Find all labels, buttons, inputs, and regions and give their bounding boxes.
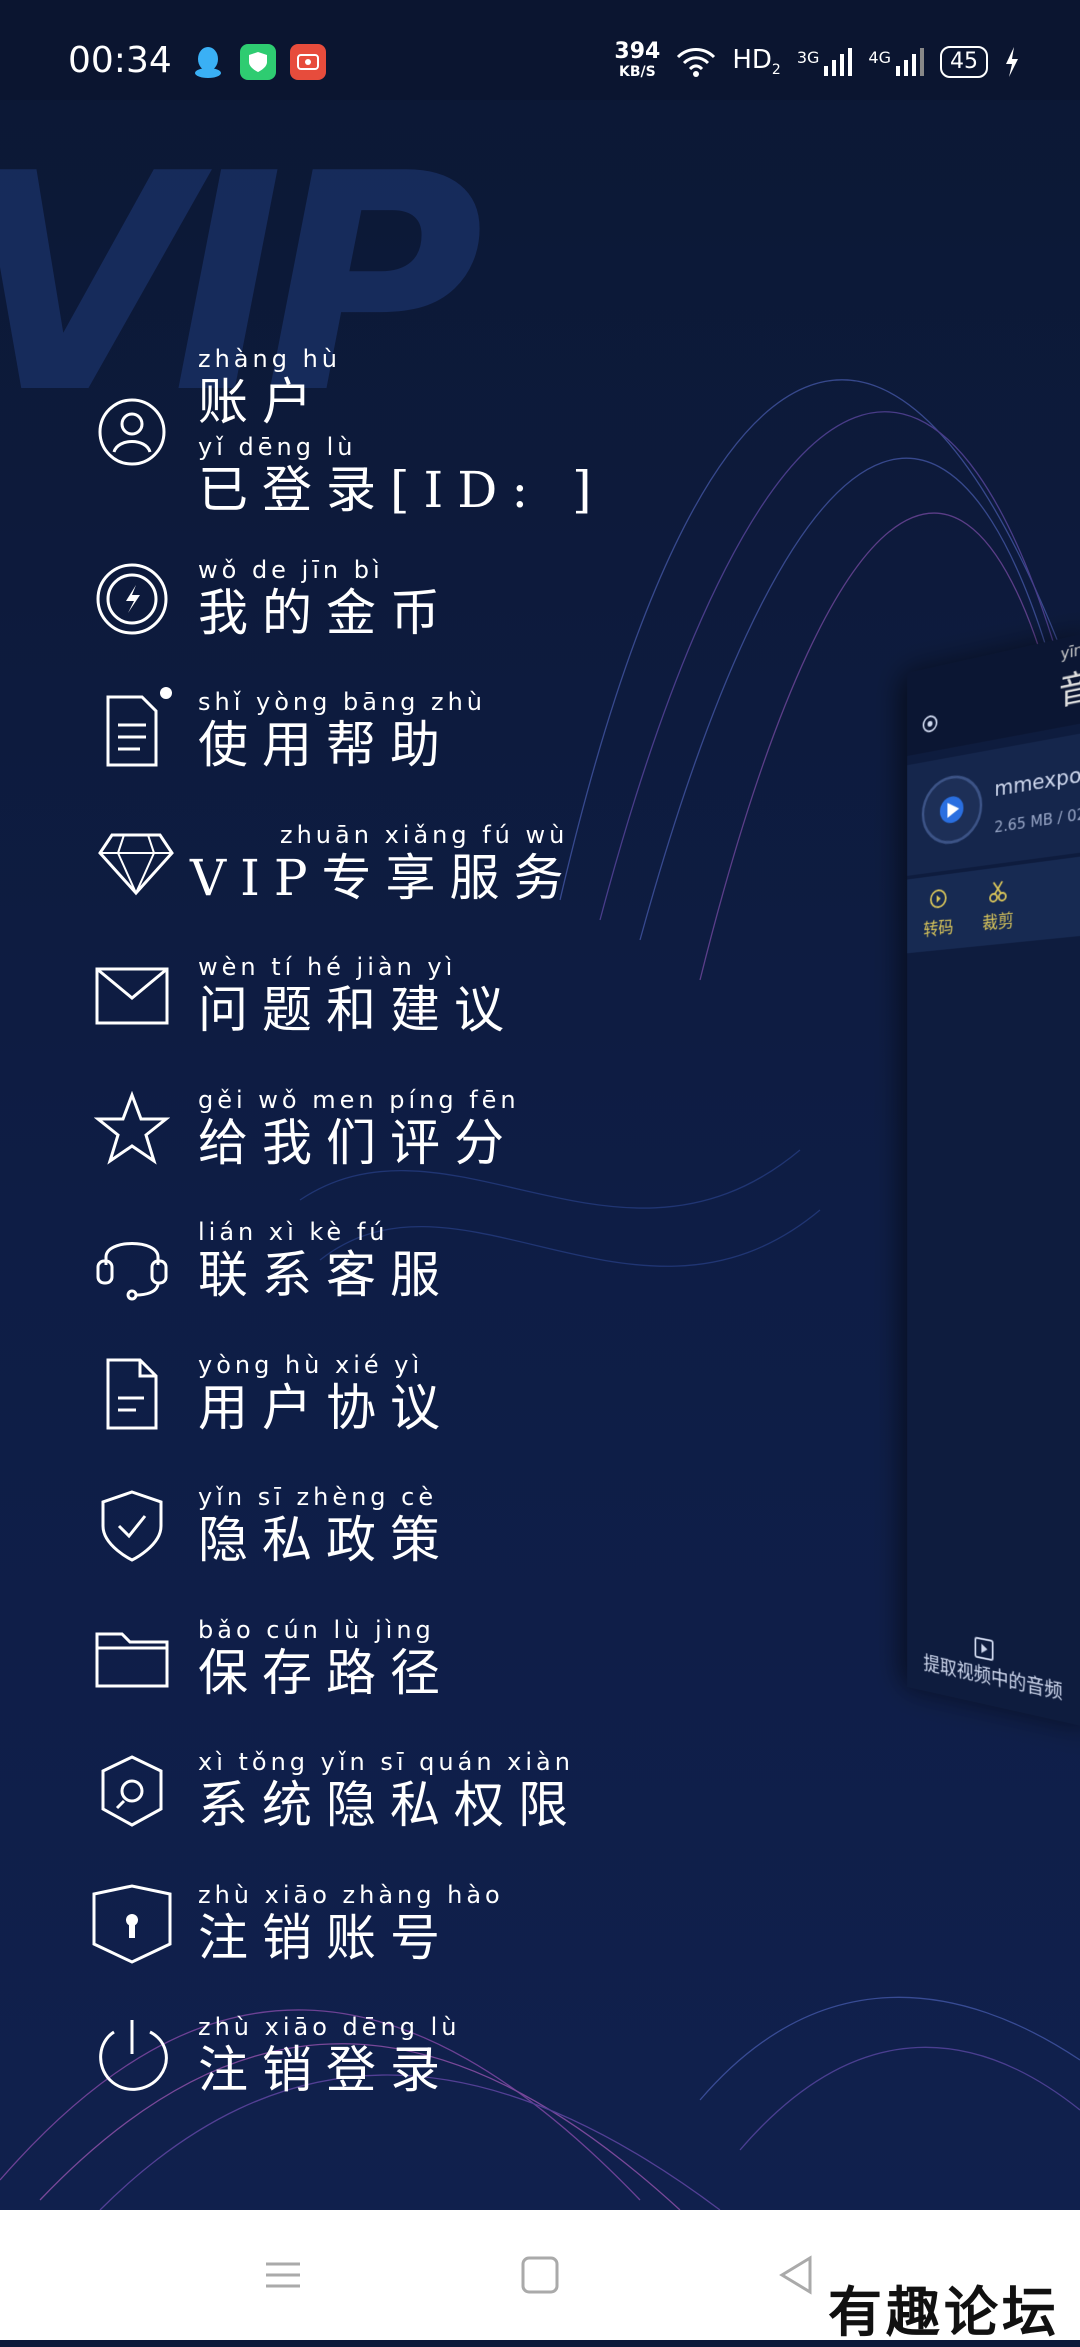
- signal-4g: 4G: [868, 48, 924, 76]
- signal-bars-icon: [822, 48, 852, 76]
- video-play-icon: [974, 1635, 995, 1662]
- document-icon: [88, 687, 176, 775]
- shield-search-icon: [88, 1747, 176, 1835]
- video-app-icon: [290, 44, 326, 80]
- menu-item-save-path[interactable]: bǎo cún lù jìng 保存路径: [88, 1615, 454, 1703]
- signal-bars-icon: [894, 48, 924, 76]
- status-bar: 00:34 394 KB/S HD2 3G 4G 45: [0, 0, 1080, 100]
- lock-shield-icon: [88, 1880, 176, 1968]
- star-icon: [88, 1085, 176, 1173]
- menu-item-support[interactable]: lián xì kè fú 联系客服: [88, 1217, 454, 1305]
- forum-watermark: 有趣论坛: [828, 2268, 1060, 2347]
- menu-item-logout[interactable]: zhù xiāo dēng lù 注销登录: [88, 2012, 461, 2100]
- back-triangle-icon: [772, 2250, 822, 2300]
- preview-tool-cut: 裁剪: [982, 877, 1013, 935]
- gear-icon: [919, 708, 942, 739]
- hd-indicator: HD2: [732, 45, 781, 78]
- menu-item-delete-account[interactable]: zhù xiāo zhàng hào 注销账号: [88, 1880, 504, 1968]
- menu-item-feedback[interactable]: wèn tí hé jiàn yì 问题和建议: [88, 952, 518, 1040]
- security-app-icon: [240, 44, 276, 80]
- login-status: 已登录[ID: ]: [198, 461, 606, 519]
- mail-icon: [88, 952, 176, 1040]
- menu-item-account[interactable]: zhàng hù 账户 yǐ dēng lù 已登录[ID: ]: [88, 345, 606, 519]
- preview-file-row: mmexport 2.65 MB / 02: [907, 730, 1080, 876]
- signal-3g: 3G: [797, 48, 853, 76]
- play-disc-icon: [922, 771, 982, 848]
- hamburger-icon: [258, 2250, 308, 2300]
- notification-dot: [160, 687, 172, 699]
- shield-check-icon: [88, 1482, 176, 1570]
- charging-icon: [1004, 47, 1020, 77]
- qq-icon: [190, 44, 226, 80]
- power-icon: [88, 2012, 176, 2100]
- menu-item-rate[interactable]: gěi wǒ men píng fēn 给我们评分: [88, 1085, 520, 1173]
- menu-item-vip[interactable]: zhuān xiǎng fú wù VIP专享服务: [92, 820, 578, 908]
- menu-item-coins[interactable]: wǒ de jīn bì 我的金币: [88, 555, 454, 643]
- wifi-icon: [676, 47, 716, 77]
- file-icon: [88, 1350, 176, 1438]
- user-icon: [88, 388, 176, 476]
- refresh-icon: [928, 885, 950, 912]
- preview-title: 音: [1059, 658, 1080, 716]
- preview-tool-transcode: 转码: [923, 885, 953, 942]
- diamond-icon: [92, 820, 180, 908]
- menu-item-help[interactable]: shǐ yòng bāng zhù 使用帮助: [88, 687, 486, 775]
- main-screen-preview[interactable]: yīn 音 mmexport 2.65 MB / 02 转码 裁剪 提取视频中的…: [907, 630, 1080, 1730]
- menu-item-system-permissions[interactable]: xì tǒng yǐn sī quán xiàn 系统隐私权限: [88, 1747, 582, 1835]
- scissors-icon: [987, 878, 1010, 906]
- folder-icon: [88, 1615, 176, 1703]
- menu-item-user-agreement[interactable]: yòng hù xié yì 用户协议: [88, 1350, 454, 1438]
- headset-icon: [88, 1217, 176, 1305]
- square-icon: [515, 2250, 565, 2300]
- menu-label-account: 账户: [198, 373, 606, 431]
- net-speed: 394 KB/S: [614, 42, 660, 82]
- menu-nav-button[interactable]: [258, 2250, 308, 2300]
- coin-icon: [88, 555, 176, 643]
- status-time: 00:34: [68, 40, 172, 81]
- home-nav-button[interactable]: [515, 2250, 565, 2300]
- battery-indicator: 45: [940, 46, 988, 78]
- menu-item-privacy-policy[interactable]: yǐn sī zhèng cè 隐私政策: [88, 1482, 454, 1570]
- back-nav-button[interactable]: [772, 2250, 822, 2300]
